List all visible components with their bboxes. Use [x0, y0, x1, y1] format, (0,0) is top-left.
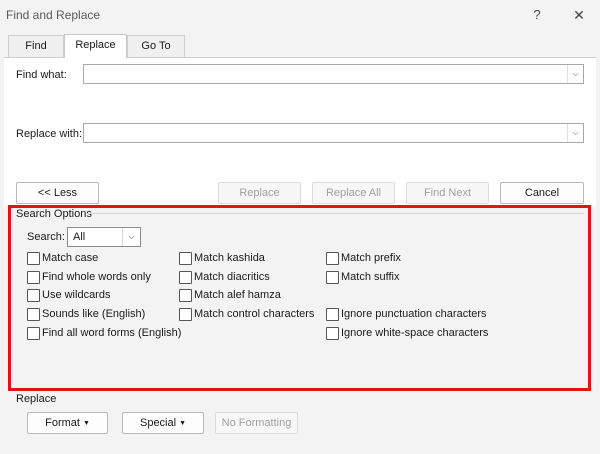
tab-go-to[interactable]: Go To — [127, 35, 185, 57]
ignore-white-space-label: Ignore white-space characters — [341, 327, 489, 339]
replace-with-label: Replace with: — [16, 128, 83, 140]
group-divider — [86, 213, 584, 214]
find-next-button[interactable]: Find Next — [406, 182, 489, 204]
use-wildcards-checkbox[interactable] — [27, 289, 40, 302]
match-suffix-checkbox[interactable] — [326, 271, 339, 284]
window-title: Find and Replace — [6, 8, 101, 22]
match-prefix-checkbox[interactable] — [326, 252, 339, 265]
match-kashida-checkbox[interactable] — [179, 252, 192, 265]
find-all-word-forms-label: Find all word forms (English) — [42, 327, 182, 339]
caret-down-icon: ▼ — [179, 420, 186, 427]
format-button[interactable]: Format ▼ — [27, 412, 108, 434]
match-case-label: Match case — [42, 252, 99, 264]
match-alef-hamza-checkbox[interactable] — [179, 289, 192, 302]
tab-replace[interactable]: Replace — [64, 34, 127, 58]
caret-down-icon: ▼ — [82, 420, 90, 427]
use-wildcards-label: Use wildcards — [42, 289, 111, 301]
ignore-punctuation-label: Ignore punctuation characters — [341, 308, 487, 320]
match-case-checkbox[interactable] — [27, 252, 40, 265]
format-button-label: Format — [45, 417, 80, 429]
match-suffix-label: Match suffix — [341, 271, 400, 283]
special-button[interactable]: Special ▼ — [122, 412, 204, 434]
match-prefix-label: Match prefix — [341, 252, 401, 264]
find-whole-words-label: Find whole words only — [42, 271, 151, 283]
replace-all-button[interactable]: Replace All — [312, 182, 395, 204]
match-diacritics-label: Match diacritics — [194, 271, 270, 283]
ignore-white-space-checkbox[interactable] — [326, 327, 339, 340]
match-control-characters-label: Match control characters — [194, 308, 315, 320]
chevron-down-icon[interactable]: ⌵ — [567, 65, 583, 83]
chevron-down-icon[interactable]: ⌵ — [567, 124, 583, 142]
search-direction-select[interactable]: All ⌵ — [67, 227, 141, 247]
less-button[interactable]: << Less — [16, 182, 99, 204]
find-all-word-forms-checkbox[interactable] — [27, 327, 40, 340]
help-button[interactable]: ? — [522, 2, 552, 28]
sounds-like-label: Sounds like (English) — [42, 308, 146, 320]
cancel-button[interactable]: Cancel — [500, 182, 584, 204]
replace-section-title: Replace — [16, 393, 57, 405]
match-alef-hamza-label: Match alef hamza — [194, 289, 281, 301]
chevron-down-icon[interactable]: ⌵ — [122, 228, 140, 246]
find-what-input[interactable]: ⌵ — [83, 64, 584, 84]
match-diacritics-checkbox[interactable] — [179, 271, 192, 284]
sounds-like-checkbox[interactable] — [27, 308, 40, 321]
close-button[interactable]: ✕ — [564, 2, 594, 28]
special-button-label: Special — [139, 417, 177, 429]
match-control-characters-checkbox[interactable] — [179, 308, 192, 321]
no-formatting-button[interactable]: No Formatting — [215, 412, 298, 434]
tab-find[interactable]: Find — [8, 35, 64, 57]
find-whole-words-checkbox[interactable] — [27, 271, 40, 284]
search-options-title: Search Options — [16, 208, 92, 220]
ignore-punctuation-checkbox[interactable] — [326, 308, 339, 321]
search-label: Search: — [27, 231, 65, 243]
search-direction-value: All — [73, 231, 86, 243]
match-kashida-label: Match kashida — [194, 252, 265, 264]
find-what-label: Find what: — [16, 69, 67, 81]
replace-button[interactable]: Replace — [218, 182, 301, 204]
replace-with-input[interactable]: ⌵ — [83, 123, 584, 143]
